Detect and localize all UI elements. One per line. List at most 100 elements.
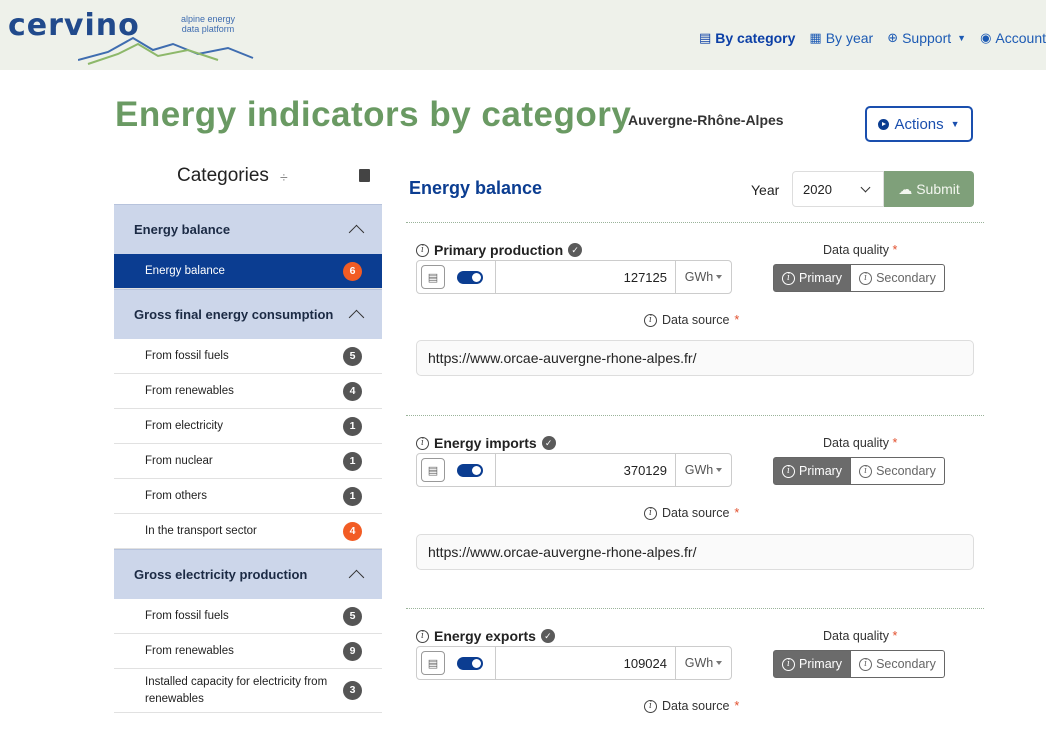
- chevron-up-icon: [348, 309, 365, 326]
- count-badge: 9: [343, 641, 362, 661]
- unit-select[interactable]: GWh: [675, 260, 731, 294]
- logo-tagline-line1: alpine energy: [180, 14, 236, 24]
- sidebar-item-installed-capacity[interactable]: Installed capacity for electricity from …: [114, 669, 382, 713]
- info-icon: i: [782, 464, 795, 478]
- data-quality-label: Data quality *: [823, 243, 897, 257]
- value-input[interactable]: 370129: [496, 463, 675, 478]
- region-name: Auvergne-Rhône-Alpes: [628, 112, 784, 128]
- data-source-label: i Data source *: [644, 699, 739, 713]
- value-input[interactable]: 127125: [496, 270, 675, 285]
- caret-down-icon: [716, 661, 723, 665]
- sidebar-item-from-nuclear[interactable]: From nuclear 1: [114, 444, 382, 479]
- sidebar-item-label: In the transport sector: [145, 525, 257, 537]
- actions-label: Actions: [894, 115, 944, 133]
- info-icon: i: [859, 271, 873, 285]
- data-source-input[interactable]: https://www.orcae-auvergne-rhone-alpes.f…: [416, 340, 974, 376]
- enabled-toggle[interactable]: [457, 463, 483, 477]
- caret-down-icon: ▼: [950, 119, 960, 129]
- sidebar-item-energy-balance[interactable]: Energy balance 6: [114, 254, 382, 289]
- data-source-input[interactable]: https://www.orcae-auvergne-rhone-alpes.f…: [416, 534, 974, 570]
- caret-down-icon: ▼: [957, 33, 967, 43]
- nav-support-label: Support: [902, 30, 952, 46]
- check-circle-icon: ✓: [568, 243, 583, 257]
- primary-quality-button[interactable]: i Primary: [773, 264, 852, 292]
- info-icon[interactable]: i: [644, 313, 657, 327]
- sidebar-item-from-others[interactable]: From others 1: [114, 479, 382, 514]
- year-select[interactable]: 2020: [792, 171, 884, 207]
- value-input[interactable]: 109024: [496, 656, 675, 671]
- data-quality-text: Data quality: [823, 629, 890, 643]
- primary-quality-button[interactable]: i Primary: [773, 650, 852, 678]
- secondary-quality-button[interactable]: i Secondary: [851, 457, 945, 485]
- comment-icon[interactable]: ▤: [421, 458, 445, 482]
- data-quality-toggle: i Primary i Secondary: [773, 650, 945, 678]
- indicator-title-text: Energy exports: [434, 628, 536, 644]
- info-icon[interactable]: i: [416, 243, 429, 257]
- lifebuoy-icon: ⊕: [887, 30, 899, 45]
- info-icon[interactable]: i: [416, 629, 429, 643]
- primary-quality-button[interactable]: i Primary: [773, 457, 852, 485]
- submit-button[interactable]: ☁ Submit: [884, 171, 974, 207]
- user-circle-icon: ◉: [980, 30, 992, 45]
- check-circle-icon: ✓: [540, 629, 555, 643]
- cloud-upload-icon: ☁: [898, 180, 913, 197]
- data-source-label: i Data source *: [644, 313, 739, 327]
- info-icon[interactable]: i: [644, 506, 657, 520]
- info-icon[interactable]: i: [416, 436, 429, 450]
- sidebar-item-from-renewables[interactable]: From renewables 9: [114, 634, 382, 669]
- info-icon: i: [782, 271, 795, 285]
- enabled-toggle[interactable]: [457, 656, 483, 670]
- sidebar-item-from-fossil-fuels[interactable]: From fossil fuels 5: [114, 599, 382, 634]
- nav-account[interactable]: ◉ Account: [980, 30, 1046, 46]
- sidebar-item-in-the-transport-sector[interactable]: In the transport sector 4: [114, 514, 382, 549]
- categories-title: Categories: [177, 165, 269, 186]
- data-quality-label: Data quality *: [823, 629, 897, 643]
- sidebar-item-label: From renewables: [145, 645, 234, 657]
- nav-account-label: Account: [995, 30, 1046, 46]
- chevron-down-icon: [860, 182, 871, 192]
- comment-icon[interactable]: ▤: [421, 265, 445, 289]
- sidebar-item-label: From nuclear: [145, 455, 213, 467]
- data-source-text: Data source: [662, 313, 730, 327]
- group-energy-balance[interactable]: Energy balance: [114, 204, 382, 254]
- nav-support[interactable]: ⊕ Support ▼: [887, 30, 966, 46]
- page-title: Energy indicators by category: [115, 95, 632, 134]
- actions-dropdown-button[interactable]: Actions ▼: [865, 106, 973, 142]
- unit-select[interactable]: GWh: [675, 453, 731, 487]
- indicator-input-group: ▤ 127125 GWh: [416, 260, 732, 294]
- primary-label: Primary: [799, 464, 843, 478]
- caret-down-icon: [716, 468, 723, 472]
- data-quality-label: Data quality *: [823, 436, 897, 450]
- sort-icon[interactable]: ÷: [280, 169, 288, 185]
- indicator-energy-exports: i Energy exports ✓ Data quality * ▤ 1090…: [406, 628, 984, 731]
- count-badge: 1: [343, 451, 362, 471]
- group-gross-electricity-production[interactable]: Gross electricity production: [114, 549, 382, 599]
- unit-select[interactable]: GWh: [675, 646, 731, 680]
- sidebar-item-label: From others: [145, 490, 207, 502]
- nav-by-category[interactable]: ▤ By category: [699, 30, 795, 46]
- info-icon[interactable]: i: [644, 699, 657, 713]
- group-label: Energy balance: [134, 222, 231, 237]
- data-source-label: i Data source *: [644, 506, 739, 520]
- sidebar-item-from-renewables[interactable]: From renewables 4: [114, 374, 382, 409]
- group-gross-final-energy-consumption[interactable]: Gross final energy consumption: [114, 289, 382, 339]
- secondary-quality-button[interactable]: i Secondary: [851, 264, 945, 292]
- enabled-toggle[interactable]: [457, 270, 483, 284]
- data-quality-text: Data quality: [823, 436, 890, 450]
- nav-by-year[interactable]: ▦ By year: [809, 30, 873, 46]
- count-badge: 1: [343, 416, 362, 436]
- file-download-icon[interactable]: [359, 169, 370, 182]
- sidebar-item-label: From fossil fuels: [145, 610, 229, 622]
- comment-icon[interactable]: ▤: [421, 651, 445, 675]
- divider: [406, 222, 984, 223]
- cervino-logo[interactable]: cervino alpine energy data platform: [8, 8, 258, 66]
- logo-wordmark: cervino: [8, 8, 140, 43]
- secondary-quality-button[interactable]: i Secondary: [851, 650, 945, 678]
- sidebar-item-from-fossil-fuels[interactable]: From fossil fuels 5: [114, 339, 382, 374]
- indicator-input-group: ▤ 370129 GWh: [416, 453, 732, 487]
- required-mark: *: [892, 243, 898, 257]
- submit-label: Submit: [916, 181, 960, 197]
- year-value: 2020: [803, 181, 832, 197]
- sidebar-item-from-electricity[interactable]: From electricity 1: [114, 409, 382, 444]
- secondary-label: Secondary: [876, 464, 936, 478]
